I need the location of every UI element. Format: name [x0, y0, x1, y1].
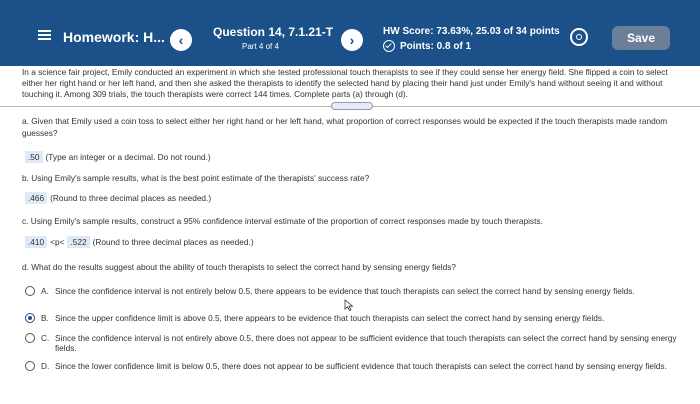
part-b-answer-row: .466 (Round to three decimal places as n…	[25, 192, 211, 204]
gear-icon[interactable]	[570, 28, 588, 46]
option-d[interactable]: D. Since the lower confidence limit is b…	[25, 361, 680, 371]
option-b-letter: B.	[41, 313, 49, 323]
option-b-text: Since the upper confidence limit is abov…	[55, 313, 605, 323]
option-c-radio[interactable]	[25, 333, 35, 343]
hw-score: HW Score: 73.63%, 25.03 of 34 points	[383, 26, 560, 37]
option-d-text: Since the lower confidence limit is belo…	[55, 361, 667, 371]
option-c-text: Since the confidence interval is not ent…	[55, 333, 677, 353]
prev-icon: ‹	[178, 32, 184, 48]
points-text: Points: 0.8 of 1	[400, 40, 472, 52]
option-d-radio[interactable]	[25, 361, 35, 371]
part-c-question: c. Using Emily's sample results, constru…	[22, 216, 543, 226]
option-a-letter: A.	[41, 286, 49, 296]
part-c-upper[interactable]: .522	[67, 236, 90, 248]
part-d-question: d. What do the results suggest about the…	[22, 262, 456, 272]
option-d-letter: D.	[41, 361, 50, 371]
option-a-radio[interactable]	[25, 286, 35, 296]
prev-question-button[interactable]: ‹	[170, 29, 192, 51]
part-a-hint: (Type an integer or a decimal. Do not ro…	[45, 152, 211, 162]
part-a-answer-row: .50 (Type an integer or a decimal. Do no…	[25, 151, 211, 163]
homework-title[interactable]: Homework: H...	[63, 29, 165, 45]
cursor-icon	[344, 299, 354, 311]
check-circle-icon	[383, 40, 395, 52]
part-c-relation: <p<	[50, 237, 65, 247]
part-b-question: b. Using Emily's sample results, what is…	[22, 173, 370, 183]
option-a[interactable]: A. Since the confidence interval is not …	[25, 286, 680, 296]
option-c-letter: C.	[41, 333, 50, 343]
top-bar: Homework: H... ‹ Question 14, 7.1.21-T P…	[0, 0, 700, 66]
next-icon: ›	[349, 32, 355, 48]
option-a-text: Since the confidence interval is not ent…	[55, 286, 635, 296]
option-b-radio[interactable]	[25, 313, 35, 323]
part-c-hint: (Round to three decimal places as needed…	[92, 237, 254, 247]
part-label: Part 4 of 4	[242, 42, 279, 51]
problem-statement: In a science fair project, Emily conduct…	[22, 67, 668, 99]
part-b-hint: (Round to three decimal places as needed…	[50, 193, 212, 203]
resize-handle[interactable]	[331, 102, 373, 110]
part-a-answer[interactable]: .50	[25, 151, 43, 163]
option-b[interactable]: B. Since the upper confidence limit is a…	[25, 313, 680, 323]
save-button[interactable]: Save	[612, 26, 670, 50]
points-display: Points: 0.8 of 1	[383, 40, 471, 52]
part-c-lower[interactable]: .410	[25, 236, 48, 248]
option-c[interactable]: C. Since the confidence interval is not …	[25, 333, 680, 353]
next-question-button[interactable]: ›	[341, 29, 363, 51]
part-c-answer-row: .410 <p< .522 (Round to three decimal pl…	[25, 236, 254, 248]
question-title: Question 14, 7.1.21-T	[213, 25, 334, 39]
menu-icon[interactable]	[38, 30, 51, 40]
part-b-answer[interactable]: .466	[25, 192, 48, 204]
part-a-question: a. Given that Emily used a coin toss to …	[22, 116, 668, 138]
